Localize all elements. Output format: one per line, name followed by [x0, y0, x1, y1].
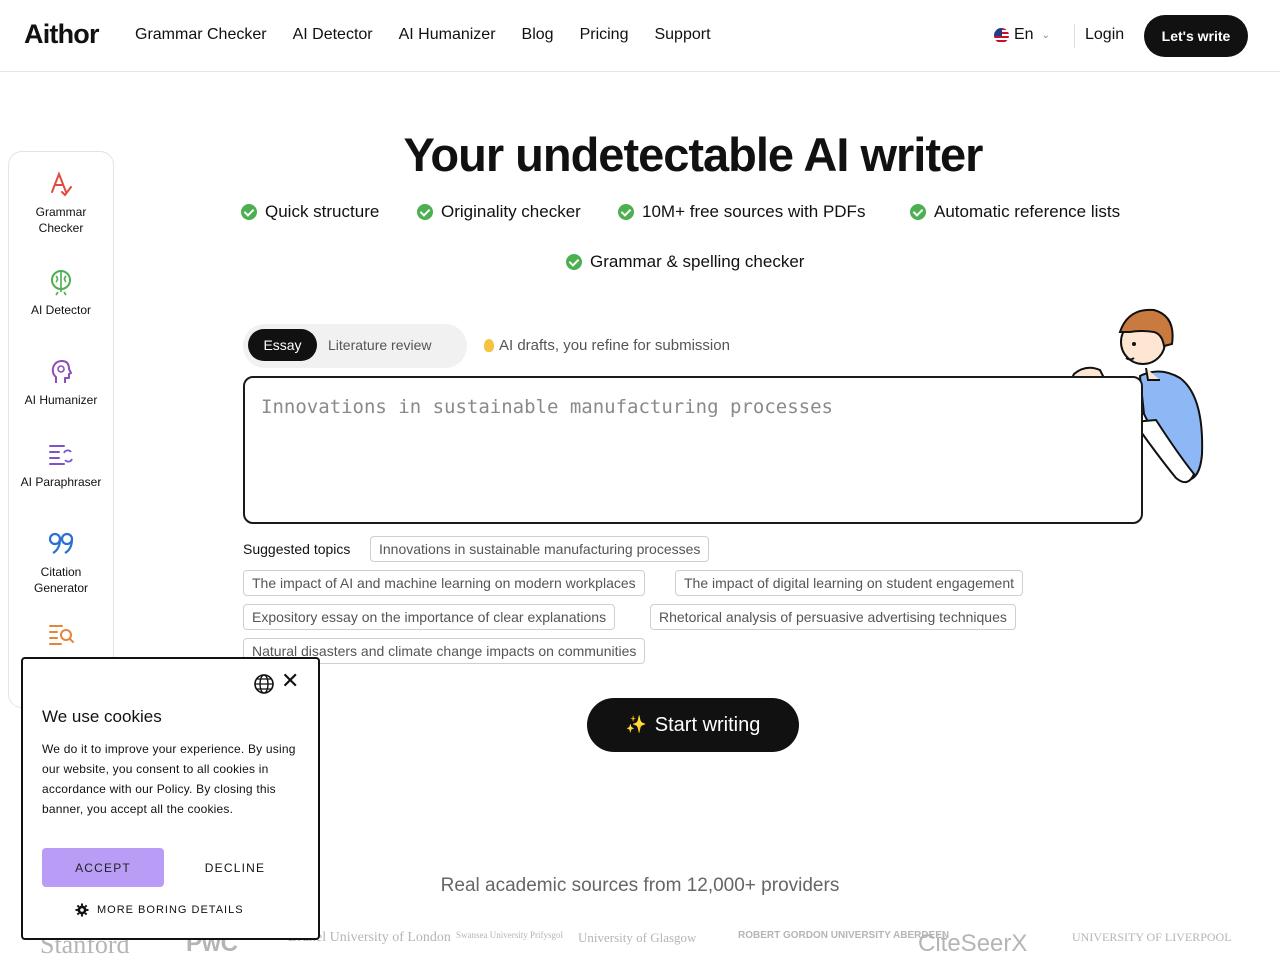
topic-chip[interactable]: The impact of AI and machine learning on…: [243, 570, 645, 596]
feature-label: 10M+ free sources with PDFs: [642, 202, 866, 221]
feature-item: Automatic reference lists: [910, 202, 1120, 222]
tab-essay[interactable]: Essay: [248, 329, 317, 361]
check-circle-icon: [241, 204, 257, 220]
feature-item: Quick structure: [241, 202, 379, 222]
accept-button[interactable]: ACCEPT: [42, 848, 164, 887]
topic-chip[interactable]: The impact of digital learning on studen…: [675, 570, 1023, 596]
globe-icon[interactable]: [253, 673, 275, 695]
cookie-banner: ✕ We use cookies We do it to improve you…: [21, 657, 320, 940]
more-details-label: MORE BORING DETAILS: [97, 904, 244, 916]
tab-literature-review[interactable]: Literature review: [328, 329, 432, 361]
sidebar-item-ai-paraphraser[interactable]: AI Paraphraser: [9, 440, 113, 490]
paraphrase-icon: [49, 445, 73, 465]
nav-support[interactable]: Support: [654, 26, 710, 44]
nav-ai-humanizer[interactable]: AI Humanizer: [399, 26, 496, 44]
cookie-title: We use cookies: [42, 707, 162, 726]
sparkles-icon: ✨: [625, 715, 647, 734]
quote-icon: [48, 532, 74, 554]
mode-tabs: Essay Literature review: [243, 324, 467, 368]
citeseerx-logo: CiteSeerX: [918, 930, 1028, 957]
sidebar-item-label: Citation Generator: [33, 565, 89, 595]
sidebar-item-search[interactable]: [9, 620, 113, 654]
feature-label: Automatic reference lists: [934, 202, 1121, 221]
feature-item: Originality checker: [417, 202, 581, 222]
sidebar-item-ai-detector[interactable]: AI Detector: [9, 268, 113, 318]
swansea-logo: Swansea University Prifysgol: [456, 930, 563, 940]
nav-blog[interactable]: Blog: [522, 26, 554, 44]
topic-input[interactable]: [243, 376, 1143, 524]
chevron-down-icon: ⌄: [1041, 29, 1050, 41]
sidebar-item-ai-humanizer[interactable]: AI Humanizer: [9, 358, 113, 408]
more-details-link[interactable]: MORE BORING DETAILS: [75, 903, 244, 917]
lightbulb-icon: [484, 339, 494, 352]
gear-icon: [75, 903, 89, 917]
suggested-topics-label: Suggested topics: [243, 541, 351, 557]
us-flag-icon: [994, 27, 1009, 43]
tools-sidebar: Grammar Checker AI Detector AI Humanizer…: [8, 151, 114, 708]
login-link[interactable]: Login: [1085, 26, 1124, 44]
close-icon[interactable]: ✕: [281, 669, 299, 693]
sidebar-item-label: Grammar Checker: [35, 205, 87, 235]
cookie-text: We do it to improve your experience. By …: [42, 742, 296, 816]
main-nav: Grammar Checker AI Detector AI Humanizer…: [135, 26, 737, 44]
header-divider: [1074, 24, 1075, 48]
nav-grammar-checker[interactable]: Grammar Checker: [135, 26, 267, 44]
topic-chip[interactable]: Innovations in sustainable manufacturing…: [370, 536, 710, 562]
head-icon: [51, 360, 72, 383]
sidebar-item-label: AI Humanizer: [24, 393, 98, 407]
drafts-hint: AI drafts, you refine for submission: [484, 337, 730, 354]
lets-write-button[interactable]: Let's write: [1144, 15, 1248, 57]
start-writing-button[interactable]: ✨ Start writing: [587, 698, 799, 752]
top-header: Aithor Grammar Checker AI Detector AI Hu…: [0, 0, 1280, 72]
hint-text: AI drafts, you refine for submission: [499, 337, 730, 354]
check-circle-icon: [566, 254, 582, 270]
sidebar-item-label: AI Paraphraser: [20, 475, 102, 489]
feature-label: Grammar & spelling checker: [590, 252, 805, 271]
topic-chip[interactable]: Expository essay on the importance of cl…: [243, 604, 616, 630]
nav-ai-detector[interactable]: AI Detector: [293, 26, 373, 44]
decline-button[interactable]: DECLINE: [181, 848, 289, 887]
language-label: En: [1014, 26, 1034, 43]
check-circle-icon: [417, 204, 433, 220]
liverpool-logo: UNIVERSITY OF LIVERPOOL: [1072, 930, 1232, 944]
page-title: Your undetectable AI writer: [403, 128, 984, 181]
language-selector[interactable]: En ⌄: [994, 26, 1050, 44]
nav-pricing[interactable]: Pricing: [580, 26, 629, 44]
sidebar-item-citation-generator[interactable]: Citation Generator: [9, 530, 113, 596]
brain-icon: [51, 270, 71, 296]
start-writing-label: Start writing: [654, 713, 761, 736]
topic-chip[interactable]: Rhetorical analysis of persuasive advert…: [650, 604, 1016, 630]
feature-item: 10M+ free sources with PDFs: [618, 202, 865, 222]
sidebar-item-label: AI Detector: [30, 303, 92, 317]
search-list-icon: [49, 625, 74, 645]
feature-label: Quick structure: [265, 202, 380, 221]
check-circle-icon: [910, 204, 926, 220]
aithor-logo[interactable]: Aithor: [24, 19, 99, 50]
feature-label: Originality checker: [441, 202, 581, 221]
glasgow-logo: University of Glasgow: [578, 930, 697, 945]
check-circle-icon: [618, 204, 634, 220]
feature-item: Grammar & spelling checker: [566, 252, 804, 272]
